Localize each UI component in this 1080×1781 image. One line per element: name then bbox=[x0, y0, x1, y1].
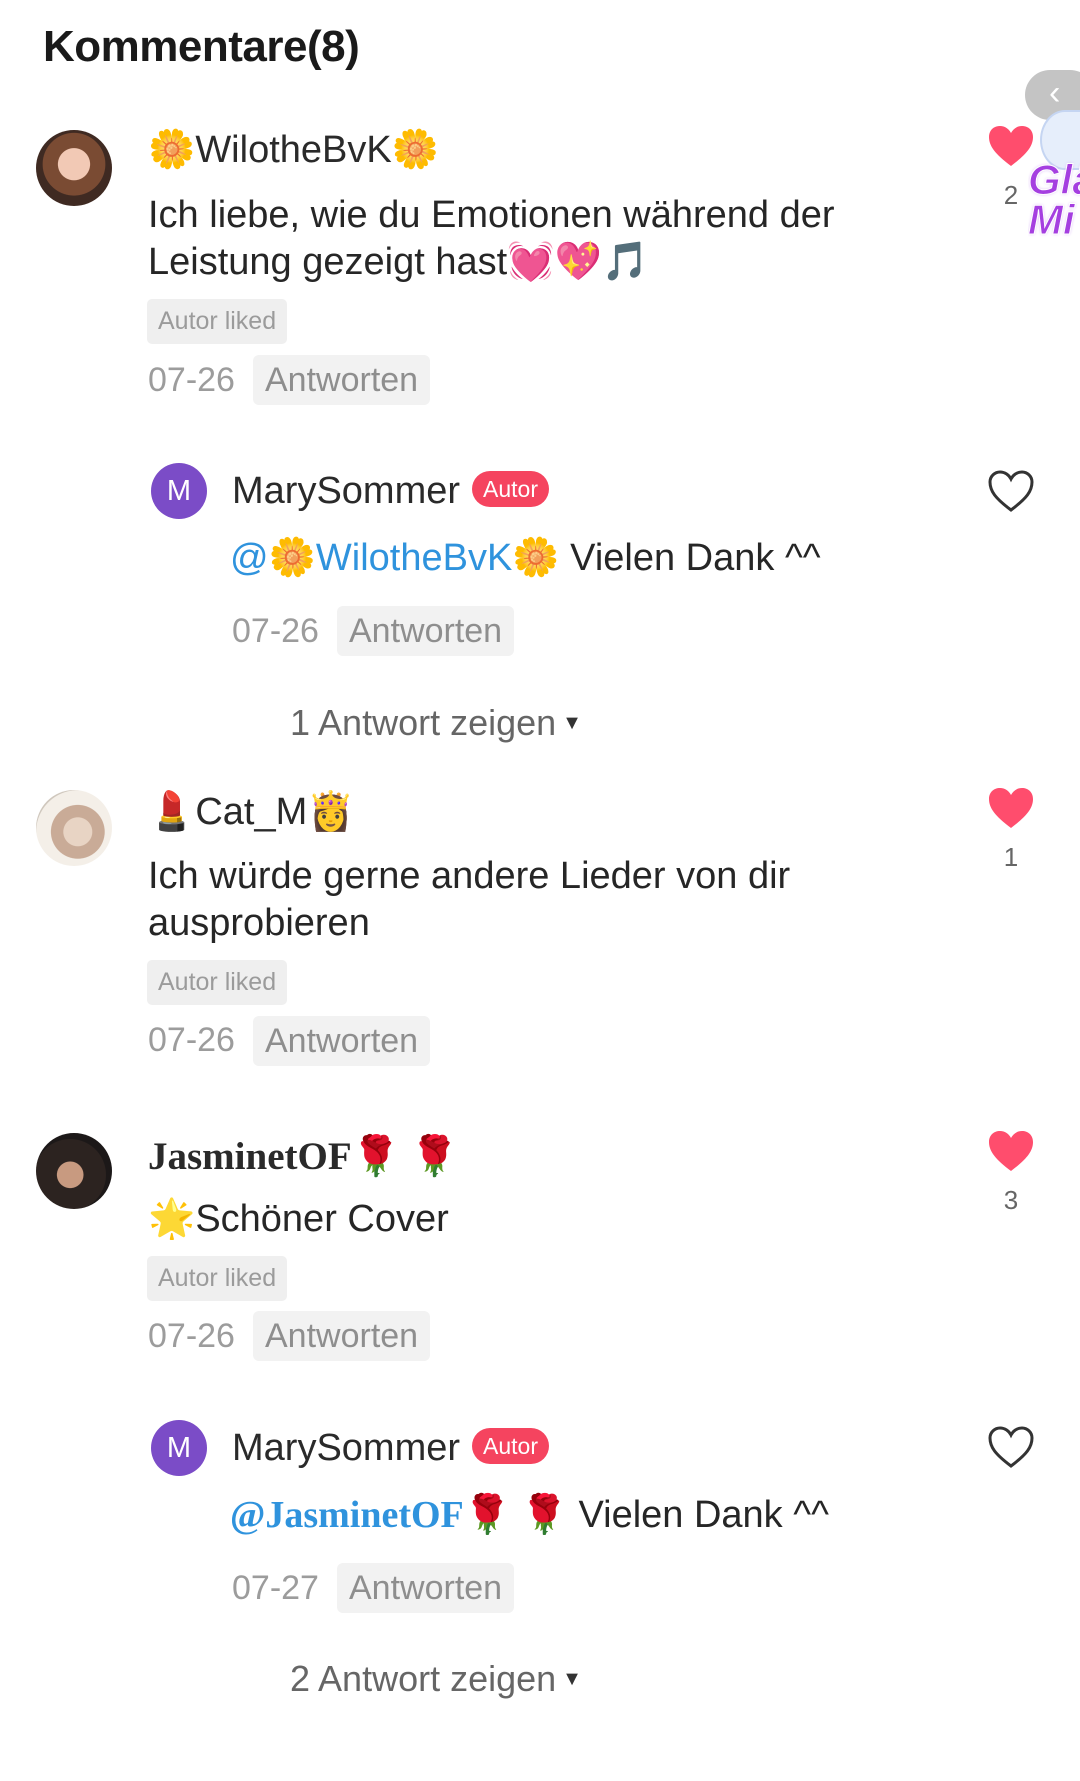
show-replies-label: 2 Antwort zeigen bbox=[290, 1658, 557, 1699]
reply-button[interactable]: Antworten bbox=[337, 606, 515, 656]
avatar[interactable] bbox=[36, 790, 112, 866]
floating-badge-text: Glä Mi bbox=[1028, 160, 1080, 240]
like-count: 3 bbox=[1003, 1185, 1019, 1215]
author-liked-tag: Autor liked bbox=[147, 299, 288, 344]
caret-down-icon: ▼ bbox=[562, 1668, 582, 1690]
mention-link[interactable]: @🌼WilotheBvK🌼 bbox=[230, 537, 560, 579]
comment-text: Ich würde gerne andere Lieder von dir au… bbox=[148, 855, 791, 944]
comment-date: 07-26 bbox=[148, 361, 235, 399]
caret-down-icon: ▼ bbox=[562, 712, 582, 734]
reply-username-row: MarySommer Autor bbox=[232, 1427, 550, 1470]
comment-username[interactable]: JasminetOF🌹 🌹 bbox=[148, 1133, 459, 1179]
avatar[interactable] bbox=[36, 130, 112, 206]
reply-body: Vielen Dank ^^ bbox=[567, 1494, 829, 1536]
comment-username[interactable]: 💄Cat_M👸 bbox=[148, 790, 355, 834]
reply-button[interactable]: Antworten bbox=[253, 1311, 431, 1361]
show-replies-button[interactable]: 2 Antwort zeigen ▼ bbox=[290, 1658, 582, 1700]
author-badge: Autor bbox=[472, 1427, 550, 1464]
heart-filled-icon[interactable] bbox=[987, 124, 1035, 168]
reply-username[interactable]: MarySommer bbox=[232, 1427, 460, 1469]
reply-button[interactable]: Antworten bbox=[253, 355, 431, 405]
comment-date: 07-26 bbox=[148, 1317, 235, 1355]
avatar[interactable] bbox=[36, 1133, 112, 1209]
reply-date: 07-27 bbox=[232, 1569, 319, 1607]
floating-promo-badge[interactable]: Glä Mi bbox=[1028, 110, 1080, 250]
reply-button[interactable]: Antworten bbox=[253, 1016, 431, 1066]
comment-text: 🌟Schöner Cover bbox=[148, 1198, 449, 1240]
author-liked-tag: Autor liked bbox=[147, 1256, 288, 1301]
comment-username[interactable]: 🌼WilotheBvK🌼 bbox=[148, 128, 439, 172]
reply-avatar[interactable]: M bbox=[151, 463, 207, 519]
heart-filled-icon[interactable] bbox=[987, 786, 1035, 830]
heart-outline-icon[interactable] bbox=[987, 469, 1035, 513]
author-badge: Autor bbox=[472, 470, 550, 507]
reply-text: @JasminetOF🌹 🌹 Vielen Dank ^^ bbox=[230, 1492, 880, 1539]
reply-username[interactable]: MarySommer bbox=[232, 470, 460, 512]
comment-date: 07-26 bbox=[148, 1021, 235, 1059]
like-count: 1 bbox=[1003, 842, 1019, 872]
like-count: 2 bbox=[1003, 180, 1019, 210]
show-replies-label: 1 Antwort zeigen bbox=[290, 702, 557, 743]
chevron-left-icon: ‹ bbox=[1049, 74, 1061, 112]
reply-text: @🌼WilotheBvK🌼 Vielen Dank ^^ bbox=[230, 535, 880, 582]
heart-outline-icon[interactable] bbox=[987, 1425, 1035, 1469]
reply-button[interactable]: Antworten bbox=[337, 1563, 515, 1613]
reply-username-row: MarySommer Autor bbox=[232, 470, 550, 513]
mention-link[interactable]: @JasminetOF🌹 🌹 bbox=[230, 1494, 568, 1536]
reply-date: 07-26 bbox=[232, 612, 319, 650]
heart-filled-icon[interactable] bbox=[987, 1129, 1035, 1173]
show-replies-button[interactable]: 1 Antwort zeigen ▼ bbox=[290, 702, 582, 744]
page-title: Kommentare(8) bbox=[43, 22, 360, 71]
comment-text: Ich liebe, wie du Emotionen während der … bbox=[148, 194, 835, 283]
reply-body: Vielen Dank ^^ bbox=[559, 537, 821, 579]
author-liked-tag: Autor liked bbox=[147, 960, 288, 1005]
reply-avatar[interactable]: M bbox=[151, 1420, 207, 1476]
